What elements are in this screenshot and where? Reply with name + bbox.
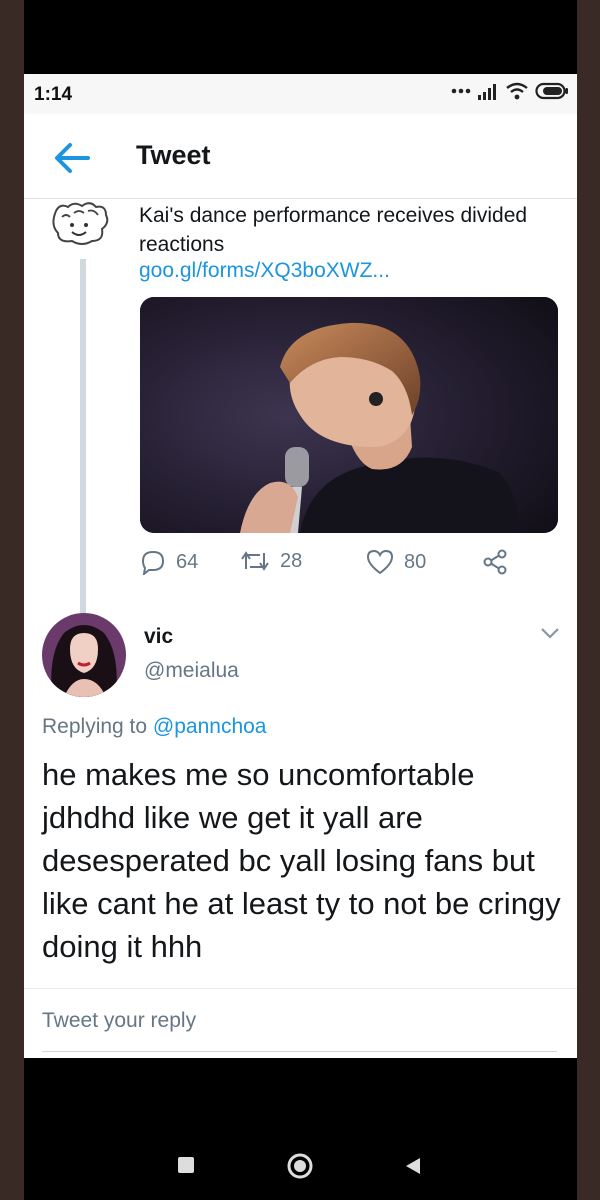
signal-icon [478, 84, 496, 100]
tweet-image[interactable] [140, 297, 558, 533]
android-nav-bar [24, 1058, 577, 1200]
reply-composer: Tweet your reply [24, 988, 577, 1059]
retweet-action[interactable]: 28 [240, 549, 302, 573]
share-icon[interactable] [482, 549, 508, 575]
avatar[interactable] [42, 613, 126, 697]
recents-square-icon[interactable] [177, 1156, 195, 1174]
doodle-avatar-icon[interactable] [48, 201, 114, 247]
retweet-count: 28 [280, 549, 303, 572]
like-action[interactable]: 80 [366, 549, 426, 575]
chevron-down-icon[interactable] [538, 623, 562, 643]
reply-action[interactable]: 64 [140, 549, 198, 575]
app-bar: Tweet [24, 114, 577, 199]
wifi-icon [506, 82, 528, 100]
mention-link[interactable]: @pannchoa [153, 715, 267, 738]
phone-screen: 1:14 Tweet Kai's dance performance recei… [24, 0, 577, 1200]
status-bar: 1:14 [24, 74, 577, 114]
retweet-icon [241, 551, 269, 571]
replying-label: Replying to [42, 715, 148, 738]
reply-icon [141, 550, 165, 575]
home-circle-icon[interactable] [286, 1152, 314, 1180]
display-name[interactable]: vic [144, 625, 173, 649]
status-time: 1:14 [34, 84, 73, 105]
reply-input[interactable]: Tweet your reply [42, 1009, 557, 1052]
user-handle[interactable]: @meialua [144, 659, 239, 683]
status-icons [451, 82, 569, 100]
page-title: Tweet [136, 140, 211, 170]
replying-to-line: Replying to @pannchoa [42, 715, 266, 739]
tweet-link[interactable]: goo.gl/forms/XQ3boXWZ... [139, 259, 390, 283]
reply-count: 64 [176, 550, 199, 573]
battery-icon [535, 82, 568, 100]
more-dots-icon [451, 88, 471, 94]
thread-connector [80, 259, 86, 614]
user-photo [42, 613, 126, 697]
concert-photo [140, 297, 558, 533]
arrow-left-icon[interactable] [52, 140, 92, 176]
heart-icon [366, 549, 394, 575]
tweet-actions: 64 28 80 [140, 549, 560, 583]
reply-tweet-text: he makes me so uncomfortable jdhdhd like… [42, 757, 561, 964]
back-triangle-icon[interactable] [404, 1156, 422, 1176]
like-count: 80 [404, 550, 427, 573]
original-tweet-text: Kai's dance performance receives divided… [139, 204, 528, 256]
tweet-thread[interactable]: Kai's dance performance receives divided… [24, 199, 577, 989]
